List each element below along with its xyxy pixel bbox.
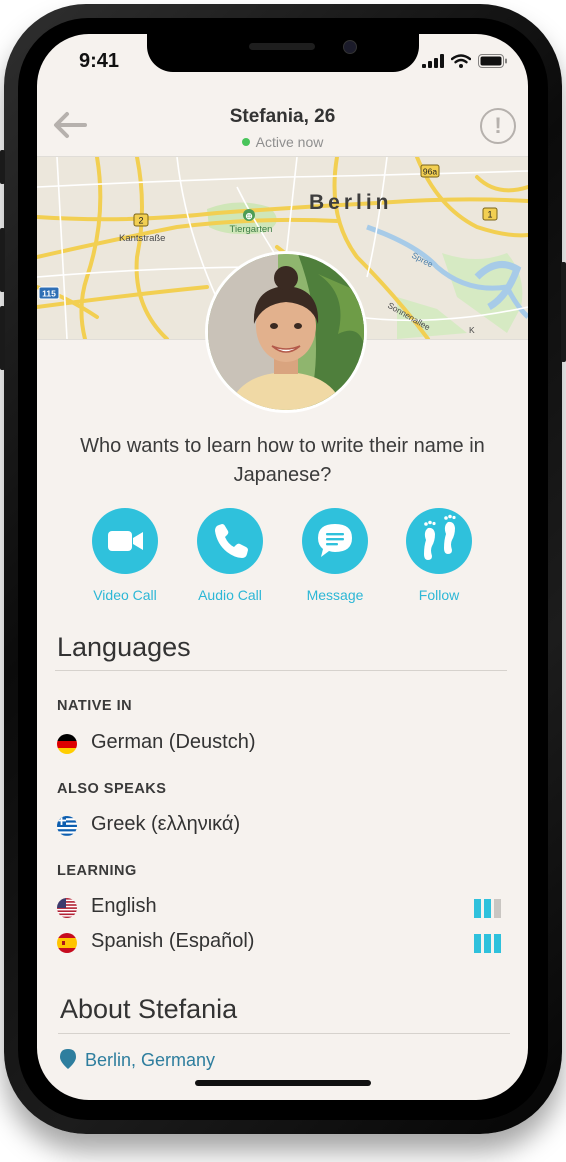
- language-row-native: German (Deustch): [57, 731, 507, 757]
- greece-flag-icon: [57, 816, 77, 836]
- video-call-label: Video Call: [93, 587, 157, 603]
- proficiency-level: [474, 899, 501, 918]
- location-text: Berlin, Germany: [85, 1050, 216, 1070]
- speaker: [249, 43, 315, 50]
- map-pin-icon: [60, 1049, 76, 1069]
- map-road-marker-115: 115: [42, 289, 56, 299]
- message-circle: [302, 508, 368, 574]
- video-call-circle: [92, 508, 158, 574]
- video-camera-icon: [108, 531, 143, 551]
- about-divider: [58, 1033, 510, 1034]
- profile-bio: Who wants to learn how to write their na…: [80, 435, 485, 486]
- silent-switch: [0, 150, 5, 184]
- map-label-k: K: [469, 325, 475, 335]
- languages-divider: [55, 670, 507, 671]
- front-camera: [343, 40, 357, 54]
- proficiency-bar: [494, 899, 501, 918]
- languages-title: Languages: [57, 632, 191, 662]
- native-language-name: German (Deustch): [91, 731, 256, 753]
- wifi-icon: [451, 54, 471, 68]
- audio-call-button[interactable]: Audio Call: [180, 508, 280, 603]
- proficiency-bar: [474, 899, 481, 918]
- learning-language-name: English: [91, 895, 157, 917]
- about-title: About Stefania: [60, 994, 238, 1024]
- spain-flag-icon: [57, 933, 77, 953]
- location-link[interactable]: Berlin, Germany: [59, 1048, 215, 1071]
- germany-flag-icon: [57, 734, 77, 754]
- volume-down-button: [0, 306, 5, 370]
- map-label-kantstrasse: Kantstraße: [119, 233, 165, 244]
- profile-name-age: Stefania, 26: [229, 106, 336, 127]
- notch: [147, 34, 419, 72]
- audio-call-circle: [197, 508, 263, 574]
- message-button[interactable]: Message: [285, 508, 385, 603]
- proficiency-bar: [474, 934, 481, 953]
- action-bar: Video Call Audio Call Message Follow: [37, 508, 528, 608]
- online-dot: [241, 138, 250, 146]
- status-time: 9:41: [79, 50, 120, 72]
- proficiency-bar: [494, 934, 501, 953]
- proficiency-bar: [484, 899, 491, 918]
- footprints-icon: [424, 514, 456, 560]
- volume-up-button: [0, 228, 5, 292]
- follow-circle: [406, 508, 472, 574]
- status-icons: [422, 54, 508, 68]
- map-road-marker-2: 2: [138, 216, 143, 226]
- proficiency-level: [474, 934, 501, 953]
- map-road-marker-1: 1: [487, 210, 492, 220]
- also-speaks-heading: ALSO SPEAKS: [57, 781, 167, 797]
- native-heading: NATIVE IN: [57, 698, 133, 714]
- phone-icon: [215, 524, 248, 558]
- video-call-button[interactable]: Video Call: [75, 508, 175, 603]
- follow-label: Follow: [418, 587, 460, 603]
- active-status: Active now: [37, 134, 528, 150]
- avatar-photo: [208, 254, 364, 410]
- message-label: Message: [306, 587, 364, 603]
- learning-language-name: Spanish (Español): [91, 930, 255, 952]
- language-row-learning: English: [57, 895, 507, 921]
- profile-avatar[interactable]: [205, 251, 367, 413]
- chat-bubble-icon: [318, 524, 352, 557]
- battery-icon: [478, 54, 507, 68]
- map-road-marker-96a: 96a: [423, 167, 437, 177]
- language-row-also: Greek (ελληνικά): [57, 813, 507, 839]
- home-indicator[interactable]: [195, 1080, 371, 1086]
- also-language-name: Greek (ελληνικά): [91, 813, 241, 835]
- svg-text:⊕: ⊕: [245, 211, 253, 221]
- map-label-tiergarten: Tiergarten: [230, 224, 273, 235]
- usa-flag-icon: [57, 898, 77, 918]
- learning-heading: LEARNING: [57, 863, 137, 879]
- power-button: [561, 262, 566, 362]
- map-city-label: Berlin: [309, 191, 393, 214]
- audio-call-label: Audio Call: [198, 587, 262, 603]
- follow-button[interactable]: Follow: [389, 508, 489, 603]
- report-button[interactable]: !: [480, 108, 516, 144]
- active-status-text: Active now: [255, 134, 324, 150]
- profile-header: Stefania, 26 Active now !: [37, 96, 528, 156]
- proficiency-bar: [484, 934, 491, 953]
- language-row-learning: Spanish (Español): [57, 930, 507, 956]
- app-screen: 9:41 Stefania, 26 Active now ! 2 96a 1 1…: [37, 34, 528, 1100]
- cellular-signal-icon: [422, 54, 444, 68]
